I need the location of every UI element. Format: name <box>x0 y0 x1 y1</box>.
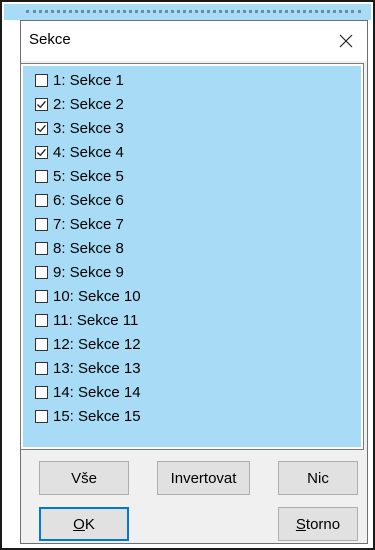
section-item-label: 9: Sekce 9 <box>53 263 124 281</box>
section-item-label: 11: Sekce 11 <box>53 311 139 329</box>
checkbox-unchecked[interactable] <box>35 289 48 303</box>
section-item[interactable]: 1: Sekce 1 <box>35 68 124 92</box>
window-frame: Sekce 1: Sekce 1 2: Sekce 2 3: Sekce 3 4: S… <box>0 0 375 550</box>
select-none-label: Nic <box>307 469 329 487</box>
checkbox-unchecked[interactable] <box>35 193 48 207</box>
section-item[interactable]: 14: Sekce 14 <box>35 380 141 404</box>
section-item[interactable]: 13: Sekce 13 <box>35 356 141 380</box>
background-window-text <box>26 4 361 13</box>
section-item-label: 8: Sekce 8 <box>53 239 124 257</box>
checkmark-icon <box>37 100 46 108</box>
section-item[interactable]: 5: Sekce 5 <box>35 164 124 188</box>
checkbox-unchecked[interactable] <box>35 217 48 231</box>
section-item[interactable]: 15: Sekce 15 <box>35 404 141 428</box>
cancel-label-rest: torno <box>305 515 341 533</box>
checkbox-checked[interactable] <box>35 121 48 135</box>
ok-label-rest: K <box>84 515 95 533</box>
checkbox-unchecked[interactable] <box>35 361 48 375</box>
checkbox-checked[interactable] <box>35 145 48 159</box>
section-item-label: 6: Sekce 6 <box>53 191 124 209</box>
title-bar: Sekce <box>21 21 367 61</box>
checkbox-unchecked[interactable] <box>35 337 48 351</box>
section-item-label: 7: Sekce 7 <box>53 215 124 233</box>
invert-label: Invertovat <box>170 469 237 487</box>
select-all-label: Vše <box>71 469 97 487</box>
checkbox-unchecked[interactable] <box>35 241 48 255</box>
checkbox-unchecked[interactable] <box>35 385 48 399</box>
close-icon <box>339 34 353 48</box>
sections-dialog: Sekce 1: Sekce 1 2: Sekce 2 3: Sekce 3 4: S… <box>20 20 368 544</box>
section-item[interactable]: 2: Sekce 2 <box>35 92 124 116</box>
background-window-strip <box>4 4 371 20</box>
cancel-label: Storno <box>296 516 340 533</box>
section-item[interactable]: 11: Sekce 11 <box>35 308 138 332</box>
section-item-label: 1: Sekce 1 <box>53 71 124 89</box>
section-item-label: 14: Sekce 14 <box>53 383 141 401</box>
section-item[interactable]: 4: Sekce 4 <box>35 140 124 164</box>
invert-button[interactable]: Invertovat <box>157 461 250 495</box>
dialog-title: Sekce <box>29 31 71 48</box>
section-item-label: 10: Sekce 10 <box>53 287 141 305</box>
checkbox-unchecked[interactable] <box>35 169 48 183</box>
checkbox-unchecked[interactable] <box>35 265 48 279</box>
ok-label: OK <box>73 516 95 533</box>
cancel-button[interactable]: Storno <box>278 507 358 541</box>
select-all-button[interactable]: Vše <box>39 461 129 495</box>
cancel-mnemonic: S <box>295 515 306 533</box>
checkmark-icon <box>37 148 46 156</box>
section-item-label: 13: Sekce 13 <box>53 359 141 377</box>
section-item[interactable]: 3: Sekce 3 <box>35 116 124 140</box>
section-item-label: 15: Sekce 15 <box>53 407 141 425</box>
section-checklist[interactable]: 1: Sekce 1 2: Sekce 2 3: Sekce 3 4: Sekce 4… <box>20 63 364 450</box>
section-item[interactable]: 12: Sekce 12 <box>35 332 141 356</box>
section-item-label: 3: Sekce 3 <box>53 119 124 137</box>
checkbox-unchecked[interactable] <box>35 409 48 423</box>
section-item[interactable]: 7: Sekce 7 <box>35 212 124 236</box>
section-item[interactable]: 8: Sekce 8 <box>35 236 124 260</box>
close-button[interactable] <box>325 21 367 61</box>
checkbox-unchecked[interactable] <box>35 313 48 327</box>
checkbox-unchecked[interactable] <box>35 73 48 87</box>
section-item-label: 4: Sekce 4 <box>53 143 124 161</box>
checkbox-checked[interactable] <box>35 97 48 111</box>
select-none-button[interactable]: Nic <box>278 461 358 495</box>
section-item-label: 2: Sekce 2 <box>53 95 124 113</box>
section-item[interactable]: 9: Sekce 9 <box>35 260 124 284</box>
checkmark-icon <box>37 124 46 132</box>
section-item-label: 12: Sekce 12 <box>53 335 141 353</box>
ok-mnemonic: O <box>73 515 85 533</box>
section-item-label: 5: Sekce 5 <box>53 167 124 185</box>
section-item[interactable]: 10: Sekce 10 <box>35 284 141 308</box>
section-item[interactable]: 6: Sekce 6 <box>35 188 124 212</box>
ok-button[interactable]: OK <box>39 507 129 541</box>
